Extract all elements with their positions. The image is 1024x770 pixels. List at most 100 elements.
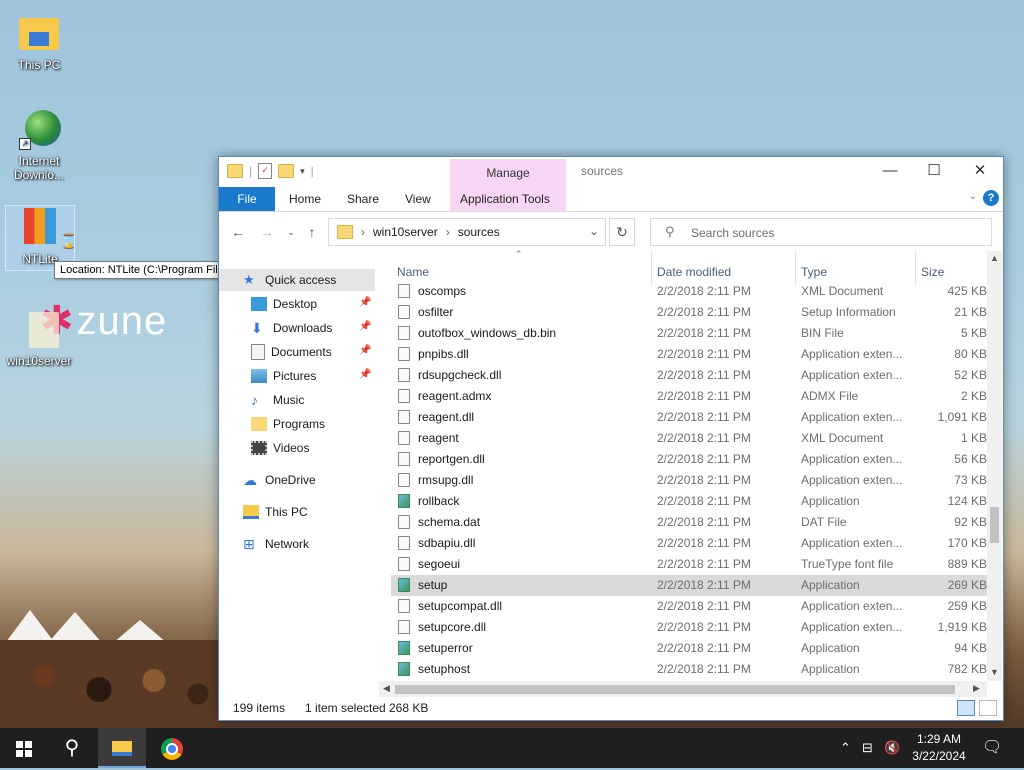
file-row[interactable]: schema.dat 2/2/2018 2:11 PM DAT File 92 KB — [391, 512, 987, 533]
file-row[interactable]: setuperror 2/2/2018 2:11 PM Application 94 … — [391, 638, 987, 659]
file-row[interactable]: osfilter 2/2/2018 2:11 PM Setup Informatio… — [391, 302, 987, 323]
file-row[interactable]: oscomps 2/2/2018 2:11 PM XML Document 425 K… — [391, 281, 987, 302]
start-button[interactable] — [0, 728, 48, 768]
scroll-left-icon[interactable]: ◀ — [383, 683, 390, 694]
file-row[interactable]: reagent.dll 2/2/2018 2:11 PM Application e… — [391, 407, 987, 428]
breadcrumb-sources[interactable]: sources — [458, 225, 500, 239]
file-row[interactable]: reportgen.dll 2/2/2018 2:11 PM Application… — [391, 449, 987, 470]
column-header-size[interactable]: Size — [921, 265, 944, 279]
scroll-up-icon[interactable]: ▲ — [990, 253, 999, 263]
recent-locations-icon[interactable]: ⌄ — [281, 222, 301, 242]
nav-documents[interactable]: Documents — [251, 341, 332, 363]
explorer-window[interactable]: | ✓ ▾ | Manage sources — ☐ ✕ File Home S… — [218, 156, 1004, 721]
file-row[interactable]: reagent 2/2/2018 2:11 PM XML Document 1 KB — [391, 428, 987, 449]
nav-programs[interactable]: Programs — [251, 413, 325, 435]
volume-muted-icon[interactable]: 🔇 — [884, 728, 900, 768]
nav-network[interactable]: ⊞ Network — [243, 533, 309, 555]
forward-arrow-icon[interactable]: → — [257, 222, 277, 242]
notification-icon[interactable]: 🗨 — [982, 728, 1002, 768]
nav-downloads[interactable]: ⬇ Downloads — [251, 317, 332, 339]
file-row[interactable]: sdbapiu.dll 2/2/2018 2:11 PM Application e… — [391, 533, 987, 554]
maximize-button[interactable]: ☐ — [911, 157, 957, 187]
tab-application-tools[interactable]: Application Tools — [450, 187, 566, 211]
chevron-right-icon[interactable]: › — [361, 225, 365, 239]
help-icon[interactable]: ? — [983, 190, 999, 206]
scrollbar-thumb[interactable] — [990, 507, 999, 543]
tab-share[interactable]: Share — [337, 187, 389, 211]
new-folder-icon[interactable] — [278, 164, 295, 178]
properties-icon[interactable]: ✓ — [258, 163, 273, 179]
search-button[interactable]: ⚲ — [48, 728, 96, 768]
file-date: 2/2/2018 2:11 PM — [657, 662, 751, 676]
column-header-date[interactable]: Date modified — [657, 265, 731, 279]
globe-icon: ↗ — [17, 108, 61, 152]
horizontal-scrollbar[interactable]: ◀ ▶ — [379, 681, 987, 697]
file-row[interactable]: setupcompat.dll 2/2/2018 2:11 PM Applicati… — [391, 596, 987, 617]
back-arrow-icon[interactable]: ← — [228, 222, 248, 242]
tab-home[interactable]: Home — [279, 187, 331, 211]
desktop-icon-internet-download-manager[interactable]: ↗ Internet Downlo... — [5, 108, 73, 182]
file-size: 170 KB — [947, 536, 987, 550]
address-bar[interactable]: › win10server › sources ⌄ — [328, 218, 606, 246]
scroll-down-icon[interactable]: ▼ — [990, 667, 999, 677]
chevron-down-icon[interactable]: ⌄ — [589, 224, 599, 238]
nav-videos[interactable]: Videos — [251, 437, 309, 459]
refresh-icon[interactable]: ↻ — [609, 218, 635, 246]
chevron-right-icon[interactable]: › — [446, 225, 450, 239]
file-row[interactable]: pnpibs.dll 2/2/2018 2:11 PM Application ex… — [391, 344, 987, 365]
minimize-button[interactable]: — — [867, 157, 913, 187]
title-bar[interactable]: | ✓ ▾ | Manage sources — ☐ ✕ — [219, 157, 1003, 187]
nav-music[interactable]: ♪ Music — [251, 389, 304, 411]
desktop-icon-win10server[interactable]: win10server — [5, 308, 73, 368]
expand-ribbon-icon[interactable]: ⌄ — [969, 191, 977, 202]
scroll-right-icon[interactable]: ▶ — [973, 683, 980, 694]
nav-quick-access[interactable]: ★ Quick access — [219, 269, 375, 291]
chevron-up-icon[interactable]: ⌃ — [840, 728, 851, 768]
chrome-taskbar-button[interactable] — [148, 728, 196, 768]
tab-view[interactable]: View — [395, 187, 441, 211]
file-date: 2/2/2018 2:11 PM — [657, 641, 751, 655]
clock[interactable]: 1:29 AM 3/22/2024 — [906, 731, 972, 765]
customize-toolbar-icon[interactable]: ▾ — [300, 166, 305, 177]
file-row[interactable]: segoeui 2/2/2018 2:11 PM TrueType font fil… — [391, 554, 987, 575]
tab-file[interactable]: File — [219, 187, 275, 211]
file-row[interactable]: outofbox_windows_db.bin 2/2/2018 2:11 PM B… — [391, 323, 987, 344]
file-type: Application exten... — [801, 620, 903, 634]
file-row[interactable]: rollback 2/2/2018 2:11 PM Application 124 K… — [391, 491, 987, 512]
file-size: 1,919 KB — [937, 620, 987, 634]
file-icon — [398, 431, 410, 445]
nav-label: Pictures — [273, 369, 317, 383]
details-view-icon[interactable] — [957, 700, 975, 716]
scrollbar-thumb[interactable] — [395, 685, 955, 694]
file-row[interactable]: setuphost 2/2/2018 2:11 PM Application 782 … — [391, 659, 987, 680]
file-type: TrueType font file — [801, 557, 894, 571]
file-row[interactable]: reagent.admx 2/2/2018 2:11 PM ADMX File 2 K… — [391, 386, 987, 407]
desktop-icon-this-pc[interactable]: This PC — [5, 12, 73, 72]
nav-this-pc[interactable]: This PC — [243, 501, 308, 523]
file-date: 2/2/2018 2:11 PM — [657, 410, 751, 424]
close-button[interactable]: ✕ — [957, 157, 1003, 187]
nav-desktop[interactable]: Desktop — [251, 293, 317, 315]
file-type: Setup Information — [801, 305, 896, 319]
large-icons-view-icon[interactable] — [979, 700, 997, 716]
vertical-scrollbar[interactable]: ▲ ▼ — [987, 251, 1002, 681]
file-date: 2/2/2018 2:11 PM — [657, 536, 751, 550]
nav-onedrive[interactable]: ☁ OneDrive — [243, 469, 316, 491]
file-size: 73 KB — [954, 473, 987, 487]
file-row[interactable]: setup 2/2/2018 2:11 PM Application 269 KB — [391, 575, 987, 596]
file-row[interactable]: rdsupgcheck.dll 2/2/2018 2:11 PM Applicati… — [391, 365, 987, 386]
search-input[interactable]: ⚲ Search sources — [650, 218, 992, 246]
file-explorer-taskbar-button[interactable] — [98, 728, 146, 768]
file-date: 2/2/2018 2:11 PM — [657, 326, 751, 340]
up-arrow-icon[interactable]: ↑ — [302, 222, 322, 242]
column-header-name[interactable]: Name — [397, 265, 429, 279]
file-row[interactable]: setupcore.dll 2/2/2018 2:11 PM Application… — [391, 617, 987, 638]
breadcrumb-win10server[interactable]: win10server — [373, 225, 438, 239]
network-icon[interactable]: ⊟ — [862, 728, 873, 768]
file-name: segoeui — [418, 557, 461, 571]
nav-pictures[interactable]: Pictures — [251, 365, 316, 387]
column-header-type[interactable]: Type — [801, 265, 827, 279]
file-row[interactable]: rmsupg.dll 2/2/2018 2:11 PM Application ex… — [391, 470, 987, 491]
file-name: setuperror — [418, 641, 473, 655]
file-name: reagent — [418, 431, 459, 445]
